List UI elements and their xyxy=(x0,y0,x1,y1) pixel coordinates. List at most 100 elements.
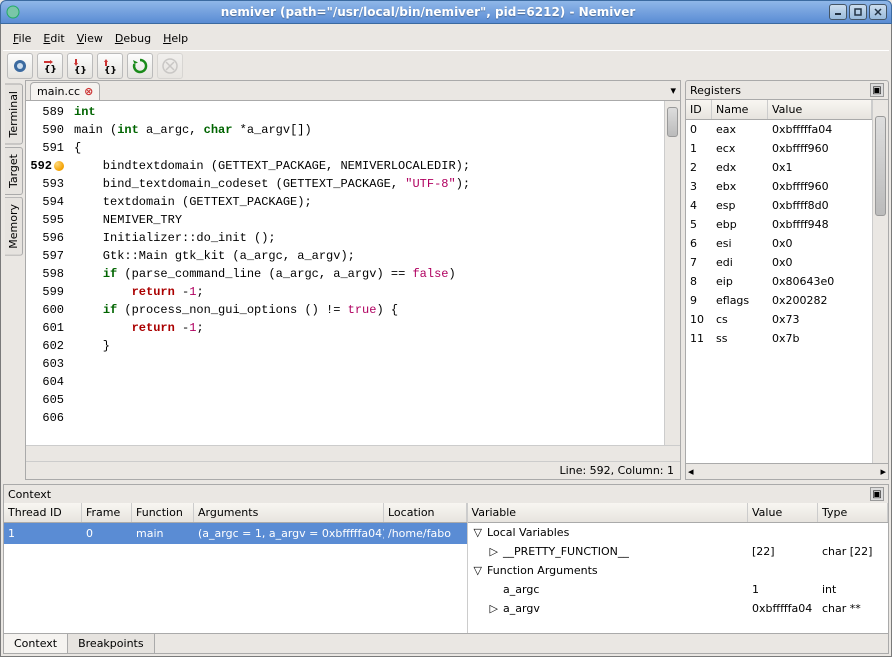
code-line[interactable]: } xyxy=(74,337,660,355)
line-number[interactable]: 589 xyxy=(26,103,70,121)
step-over-button[interactable]: {} xyxy=(37,53,63,79)
reg-col-value[interactable]: Value xyxy=(768,100,872,119)
close-button[interactable] xyxy=(869,4,887,20)
side-tab-memory[interactable]: Memory xyxy=(5,197,23,256)
menu-edit[interactable]: Edit xyxy=(37,30,70,47)
line-number[interactable]: 595 xyxy=(26,211,70,229)
svg-text:{}: {} xyxy=(74,66,87,75)
menu-debug[interactable]: Debug xyxy=(109,30,157,47)
tab-breakpoints[interactable]: Breakpoints xyxy=(68,634,155,653)
step-into-button[interactable]: {} xyxy=(67,53,93,79)
variable-row[interactable]: ▽ Local Variables xyxy=(468,523,888,542)
registers-hscrollbar[interactable]: ◂▸ xyxy=(685,464,889,480)
variable-row[interactable]: ▷ __PRETTY_FUNCTION__[22]char [22] xyxy=(468,542,888,561)
menu-file[interactable]: File xyxy=(7,30,37,47)
code-line[interactable]: int xyxy=(74,103,660,121)
line-number[interactable]: 600 xyxy=(26,301,70,319)
line-number[interactable]: 602 xyxy=(26,337,70,355)
window-title: nemiver (path="/usr/local/bin/nemiver", … xyxy=(27,5,829,19)
callstack-table: Thread ID Frame Function Arguments Locat… xyxy=(4,503,468,633)
code-line[interactable]: if (process_non_gui_options () != true) … xyxy=(74,301,660,319)
code-line[interactable]: return -1; xyxy=(74,283,660,301)
minimize-button[interactable] xyxy=(829,4,847,20)
line-number[interactable]: 598 xyxy=(26,265,70,283)
register-row[interactable]: 10cs0x73 xyxy=(686,310,872,329)
code-line[interactable]: return -1; xyxy=(74,319,660,337)
code-line[interactable]: textdomain (GETTEXT_PACKAGE); xyxy=(74,193,660,211)
register-row[interactable]: 3ebx0xbffff960 xyxy=(686,177,872,196)
var-col-type[interactable]: Type xyxy=(818,503,888,522)
stack-row[interactable]: 10main(a_argc = 1, a_argv = 0xbfffffa04)… xyxy=(4,523,467,544)
code-line[interactable]: { xyxy=(74,139,660,157)
stack-col-frame[interactable]: Frame xyxy=(82,503,132,522)
breakpoint-icon[interactable] xyxy=(54,161,64,171)
line-number[interactable]: 597 xyxy=(26,247,70,265)
step-out-button[interactable]: {} xyxy=(97,53,123,79)
code-line[interactable]: NEMIVER_TRY xyxy=(74,211,660,229)
reg-col-name[interactable]: Name xyxy=(712,100,768,119)
register-row[interactable]: 6esi0x0 xyxy=(686,234,872,253)
titlebar[interactable]: nemiver (path="/usr/local/bin/nemiver", … xyxy=(0,0,892,24)
maximize-button[interactable] xyxy=(849,4,867,20)
register-row[interactable]: 2edx0x1 xyxy=(686,158,872,177)
editor-hscrollbar[interactable] xyxy=(26,445,680,461)
restart-button[interactable] xyxy=(127,53,153,79)
code-line[interactable]: bind_textdomain_codeset (GETTEXT_PACKAGE… xyxy=(74,175,660,193)
line-number[interactable]: 591 xyxy=(26,139,70,157)
line-number-gutter[interactable]: 5895905915925935945955965975985996006016… xyxy=(26,101,70,445)
line-number[interactable]: 605 xyxy=(26,391,70,409)
register-row[interactable]: 0eax0xbfffffa04 xyxy=(686,120,872,139)
code-line[interactable]: Initializer::do_init (); xyxy=(74,229,660,247)
variable-row[interactable]: a_argc1int xyxy=(468,580,888,599)
line-number[interactable]: 606 xyxy=(26,409,70,427)
code-line[interactable]: Gtk::Main gtk_kit (a_argc, a_argv); xyxy=(74,247,660,265)
context-collapse-icon[interactable]: ▣ xyxy=(870,487,884,501)
var-col-value[interactable]: Value xyxy=(748,503,818,522)
line-number[interactable]: 599 xyxy=(26,283,70,301)
side-tab-terminal[interactable]: Terminal xyxy=(5,84,23,145)
editor-area: main.cc ⊗ ▾ 5895905915925935945955965975… xyxy=(25,80,681,480)
panel-collapse-icon[interactable]: ▣ xyxy=(870,83,884,97)
register-row[interactable]: 1ecx0xbffff960 xyxy=(686,139,872,158)
register-row[interactable]: 5ebp0xbffff948 xyxy=(686,215,872,234)
file-tab-label: main.cc xyxy=(37,85,80,98)
register-row[interactable]: 9eflags0x200282 xyxy=(686,291,872,310)
stop-button[interactable] xyxy=(157,53,183,79)
stack-col-location[interactable]: Location xyxy=(384,503,467,522)
line-number[interactable]: 603 xyxy=(26,355,70,373)
line-number[interactable]: 601 xyxy=(26,319,70,337)
register-row[interactable]: 8eip0x80643e0 xyxy=(686,272,872,291)
line-number[interactable]: 604 xyxy=(26,373,70,391)
stack-col-args[interactable]: Arguments xyxy=(194,503,384,522)
code-line[interactable]: bindtextdomain (GETTEXT_PACKAGE, NEMIVER… xyxy=(74,157,660,175)
line-number[interactable]: 594 xyxy=(26,193,70,211)
menu-help[interactable]: Help xyxy=(157,30,194,47)
register-row[interactable]: 7edi0x0 xyxy=(686,253,872,272)
file-tab[interactable]: main.cc ⊗ xyxy=(30,82,100,100)
register-row[interactable]: 11ss0x7b xyxy=(686,329,872,348)
code-line[interactable]: if (parse_command_line (a_argc, a_argv) … xyxy=(74,265,660,283)
tab-context[interactable]: Context xyxy=(4,634,68,653)
code-line[interactable]: main (int a_argc, char *a_argv[]) xyxy=(74,121,660,139)
tab-menu-down-icon[interactable]: ▾ xyxy=(670,84,676,97)
context-panel: Context ▣ Thread ID Frame Function Argum… xyxy=(3,484,889,654)
side-tab-target[interactable]: Target xyxy=(5,147,23,195)
reg-col-id[interactable]: ID xyxy=(686,100,712,119)
variable-row[interactable]: ▽ Function Arguments xyxy=(468,561,888,580)
line-number[interactable]: 592 xyxy=(26,157,70,175)
menu-view[interactable]: View xyxy=(71,30,109,47)
continue-button[interactable] xyxy=(7,53,33,79)
registers-vscrollbar[interactable] xyxy=(872,100,888,463)
svg-text:{}: {} xyxy=(44,65,57,75)
variable-row[interactable]: ▷ a_argv0xbfffffa04char ** xyxy=(468,599,888,618)
var-col-variable[interactable]: Variable xyxy=(468,503,748,522)
register-row[interactable]: 4esp0xbffff8d0 xyxy=(686,196,872,215)
stack-col-function[interactable]: Function xyxy=(132,503,194,522)
close-tab-icon[interactable]: ⊗ xyxy=(84,85,93,98)
line-number[interactable]: 593 xyxy=(26,175,70,193)
line-number[interactable]: 590 xyxy=(26,121,70,139)
line-number[interactable]: 596 xyxy=(26,229,70,247)
editor-vscrollbar[interactable] xyxy=(664,101,680,445)
code-view[interactable]: intmain (int a_argc, char *a_argv[]){ bi… xyxy=(70,101,664,445)
stack-col-thread[interactable]: Thread ID xyxy=(4,503,82,522)
